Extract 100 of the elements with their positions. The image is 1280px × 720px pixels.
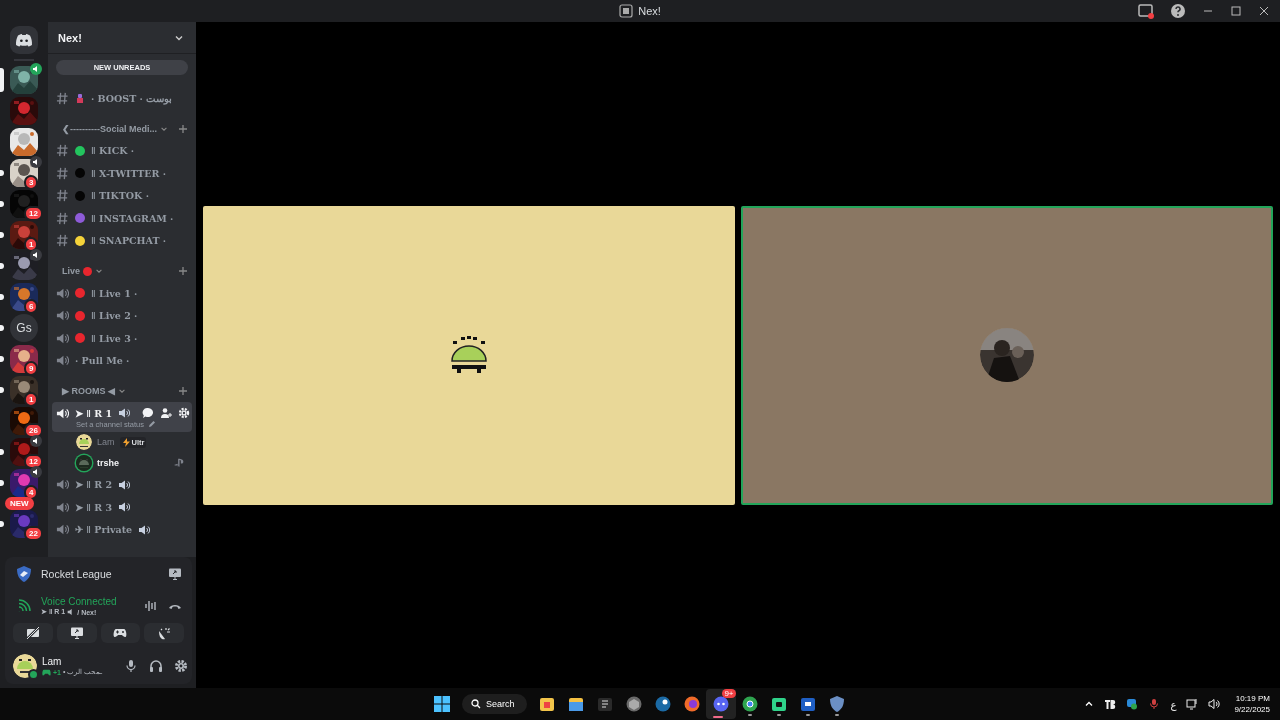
settings-icon[interactable] (174, 659, 189, 673)
screen-share-button[interactable] (56, 623, 97, 643)
chat-icon[interactable] (142, 407, 155, 420)
hash-icon (56, 144, 69, 158)
plus-icon[interactable] (178, 266, 188, 276)
speaker-icon (56, 478, 69, 492)
mention-badge: 12 (24, 206, 43, 221)
epic-logo-icon (595, 695, 614, 713)
video-tile[interactable] (203, 205, 735, 505)
inbox-icon[interactable] (1138, 3, 1154, 19)
pencil-icon (147, 420, 156, 428)
headphones-icon[interactable] (149, 659, 164, 673)
hash-icon (56, 211, 69, 225)
speaker-icon (56, 523, 69, 537)
discord-logo-icon (15, 33, 33, 47)
mention-badge: 22 (24, 526, 43, 541)
discord-logo-icon (711, 695, 730, 713)
waveform-icon[interactable] (144, 599, 158, 613)
category-name[interactable]: ❮----------Social Medi... (62, 123, 157, 134)
running-indicator (712, 716, 723, 718)
help-icon[interactable] (1170, 3, 1186, 19)
discord-app-icon[interactable]: 9+ (705, 689, 736, 719)
steam-logo-icon (653, 695, 672, 713)
cube-logo-icon (624, 695, 643, 713)
channel-name[interactable]: ǁ X-TWITTER · (91, 167, 167, 179)
channel-name[interactable]: ǁ Live 2 · (91, 310, 138, 322)
soundboard-button[interactable] (144, 623, 184, 643)
mention-badge: 9 (24, 361, 39, 376)
speaker-icon (56, 500, 69, 514)
lightning-icon (121, 437, 131, 447)
gamepad-icon (113, 626, 128, 640)
channel-name[interactable]: · Pull Me · (75, 355, 130, 367)
new-badge: NEW (5, 497, 34, 510)
channel-name[interactable]: ǁ INSTAGRAM · (91, 212, 174, 224)
camera-off-button[interactable] (13, 623, 53, 643)
shield-logo-icon (827, 695, 846, 713)
volume-icon[interactable] (1208, 698, 1221, 710)
tray-app-icon[interactable] (1104, 698, 1117, 710)
network-icon[interactable] (1186, 698, 1199, 710)
category-name[interactable]: Live (62, 266, 80, 276)
speaker-icon (56, 286, 69, 300)
category-name[interactable]: ▶ ROOMS ◀ (62, 386, 115, 396)
language-indicator[interactable]: ع (1170, 698, 1177, 710)
channel-name[interactable]: ➤ ǁ R 1 (75, 407, 113, 419)
chevron-down-icon (95, 267, 103, 275)
mention-badge: 1 (24, 392, 39, 407)
window-title: Nex! (638, 5, 661, 17)
channel-name[interactable]: · BOOST · بوست (91, 92, 173, 104)
hash-icon (56, 91, 69, 105)
channel-name[interactable]: ǁ KICK · (91, 145, 135, 157)
channel-name[interactable]: ǁ TIKTOK · (91, 190, 149, 202)
shield-icon (15, 565, 33, 583)
remote-logo-icon (798, 695, 817, 713)
channel-name[interactable]: ➤ ǁ R 3 (75, 501, 113, 513)
speaker-icon (56, 354, 69, 368)
activity-name: Rocket League (41, 568, 112, 580)
close-icon[interactable] (1258, 5, 1270, 17)
security-icon[interactable] (1126, 698, 1139, 710)
channel-name[interactable]: ✈ ǁ Private (75, 524, 133, 536)
mention-badge: 6 (24, 299, 39, 314)
speaker-icon (56, 331, 69, 345)
files-logo-icon (566, 695, 585, 713)
plus-icon[interactable] (178, 123, 188, 134)
user-name[interactable]: trshe (97, 458, 119, 468)
running-indicator (805, 714, 810, 716)
mention-badge: 3 (24, 175, 39, 190)
channel-name[interactable]: ǁ SNAPCHAT · (91, 235, 167, 247)
notification-badge: 9+ (722, 689, 736, 698)
gamepad-icon (42, 667, 51, 677)
chevron-up-icon[interactable] (1084, 699, 1095, 709)
camera-off-icon (25, 626, 40, 640)
add-user-icon[interactable] (160, 407, 173, 420)
channel-name[interactable]: ➤ ǁ R 2 (75, 479, 113, 491)
channel-name[interactable]: ǁ Live 1 · (91, 287, 138, 299)
user-name[interactable]: Lam (97, 437, 115, 447)
app-icon (619, 4, 634, 18)
windows-start-icon[interactable] (433, 695, 451, 713)
video-tile[interactable] (741, 205, 1273, 505)
home-button[interactable] (10, 26, 38, 54)
chrome-logo-icon (740, 695, 759, 713)
store-logo-icon (537, 695, 556, 713)
pixel-avatar-icon (449, 335, 489, 375)
plus-icon[interactable] (178, 386, 188, 396)
search-field[interactable]: Search (462, 694, 527, 714)
maximize-icon[interactable] (1230, 5, 1242, 17)
microphone-icon[interactable] (1148, 698, 1161, 710)
running-indicator (776, 714, 781, 716)
hash-icon (56, 234, 69, 248)
soundboard-icon (157, 626, 172, 640)
speaker-icon (56, 406, 69, 420)
clock[interactable]: 10:19 PM 9/22/2025 (1234, 694, 1270, 714)
chevron-down-icon (118, 387, 126, 395)
screen-share-icon[interactable] (168, 567, 182, 581)
channel-name[interactable]: ǁ Live 3 · (91, 332, 138, 344)
signal-icon (17, 599, 31, 613)
activity-button[interactable] (100, 623, 141, 643)
running-indicator (747, 714, 752, 716)
voice-status: Voice Connected (41, 596, 117, 607)
server-icon[interactable]: Gs (10, 314, 38, 342)
hash-icon (56, 189, 69, 203)
